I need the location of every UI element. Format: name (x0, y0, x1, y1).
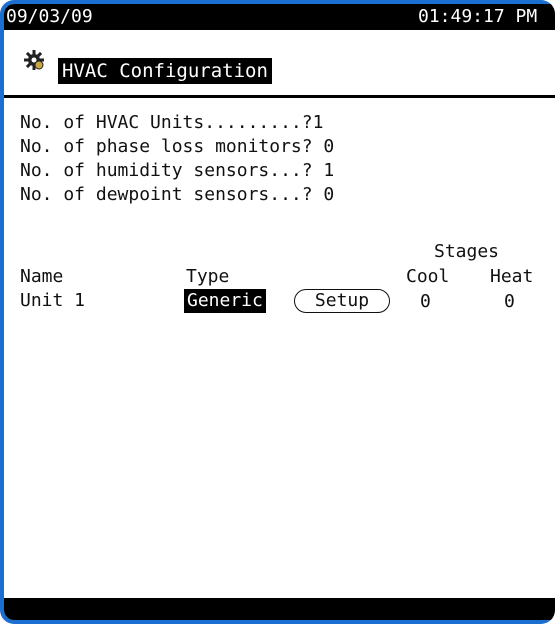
lcd-screen: 09/03/09 01:49:17 PM HVAC Configuration … (4, 4, 555, 620)
phase-loss-monitors-field[interactable]: No. of phase loss monitors? 0 (20, 136, 334, 158)
cool-column-header: Cool (406, 266, 450, 287)
hvac-units-field[interactable]: No. of HVAC Units.........?1 (20, 112, 323, 134)
header-divider (4, 95, 555, 98)
device-frame: 09/03/09 01:49:17 PM HVAC Configuration … (0, 0, 555, 624)
gear-icon (24, 50, 44, 70)
heat-column-header: Heat (490, 266, 534, 287)
status-time: 01:49:17 PM (418, 6, 538, 27)
cool-stages-value[interactable]: 0 (420, 290, 431, 314)
unit-type-selector[interactable]: Generic (184, 289, 266, 313)
name-column-header: Name (20, 266, 64, 287)
unit-name: Unit 1 (20, 290, 86, 311)
stages-header: Stages (434, 241, 500, 262)
footer-bar (4, 598, 555, 620)
setup-button[interactable]: Setup (294, 289, 390, 313)
page-title: HVAC Configuration (58, 58, 272, 84)
dewpoint-sensors-field[interactable]: No. of dewpoint sensors...? 0 (20, 184, 334, 206)
title-row: HVAC Configuration (18, 46, 548, 86)
status-bar: 09/03/09 01:49:17 PM (4, 4, 555, 30)
status-date: 09/03/09 (6, 6, 93, 27)
humidity-sensors-field[interactable]: No. of humidity sensors...? 1 (20, 160, 334, 182)
heat-stages-value[interactable]: 0 (504, 290, 515, 314)
type-column-header: Type (186, 266, 230, 287)
